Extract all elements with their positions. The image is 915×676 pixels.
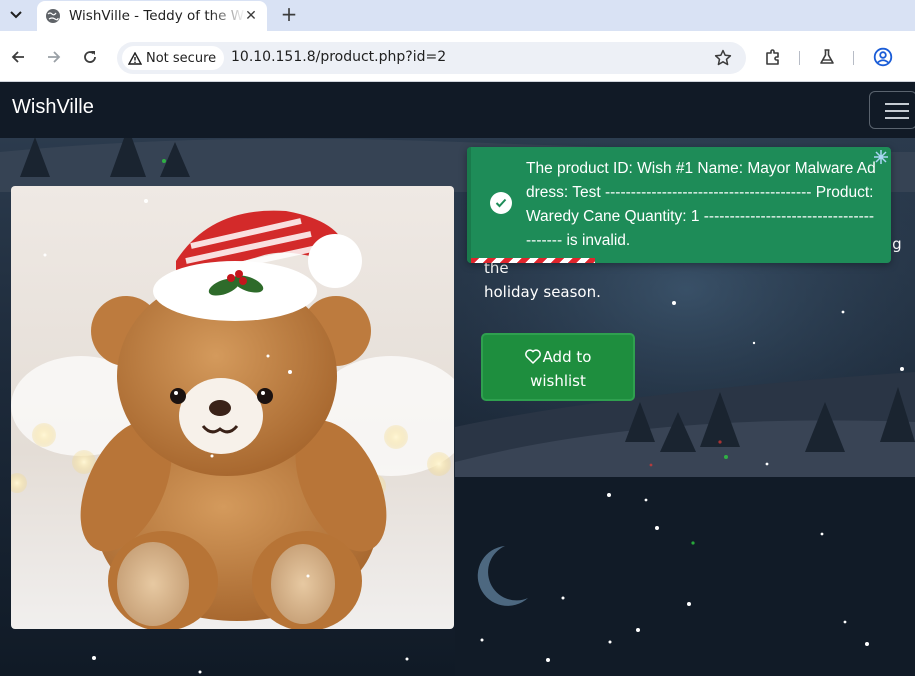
hamburger-line: [885, 117, 909, 119]
arrow-right-icon: [48, 51, 61, 63]
flask-icon: [820, 49, 834, 64]
check-circle-icon: [490, 192, 512, 214]
wishlist-label-line1: Add to: [542, 348, 592, 366]
hamburger-line: [885, 110, 909, 112]
tab-title: WishVille - Teddy of the Week: [69, 8, 245, 24]
account-circle-icon: [873, 47, 893, 67]
browser-tab-strip: WishVille - Teddy of the Week ✕ +: [0, 0, 915, 31]
chevron-down-icon: [10, 11, 22, 19]
security-label: Not secure: [146, 50, 217, 66]
bookmark-star-icon[interactable]: [714, 49, 732, 67]
reload-button[interactable]: [80, 47, 100, 67]
tab-search-button[interactable]: [4, 4, 28, 26]
teddy-bear-image: [11, 186, 454, 629]
new-tab-button[interactable]: +: [278, 4, 300, 26]
toolbar-separator: [853, 51, 854, 65]
extensions-button[interactable]: [763, 47, 783, 67]
browser-tab-active[interactable]: WishVille - Teddy of the Week ✕: [37, 1, 267, 31]
browser-toolbar: Not secure 10.10.151.8/product.php?id=2: [0, 31, 915, 82]
tab-close-icon[interactable]: ✕: [243, 8, 259, 24]
reload-icon: [84, 51, 96, 63]
toast-message: The product ID: Wish #1 Name: Mayor Malw…: [526, 160, 876, 249]
toast-accent-stripe: [467, 147, 471, 263]
snowflake-icon: [874, 150, 888, 164]
toast-progress-bar: [471, 258, 595, 263]
profile-button[interactable]: [873, 47, 893, 67]
url-text[interactable]: 10.10.151.8/product.php?id=2: [231, 49, 446, 65]
warning-triangle-icon: [128, 51, 142, 65]
site-navbar: WishVille: [0, 82, 915, 138]
forward-button[interactable]: [44, 47, 64, 67]
add-to-wishlist-button[interactable]: Add to wishlist: [481, 333, 635, 401]
heart-icon: [524, 349, 541, 364]
page-viewport: WishVille the holiday season. Add to wis…: [0, 82, 915, 676]
wishlist-label-line2: wishlist: [530, 372, 586, 390]
globe-icon: [46, 9, 60, 23]
puzzle-icon: [766, 49, 779, 65]
arrow-left-icon: [11, 51, 24, 63]
hamburger-line: [885, 103, 909, 105]
toolbar-separator: [799, 51, 800, 65]
product-image: [11, 186, 454, 629]
back-button[interactable]: [8, 47, 28, 67]
navbar-toggle-button[interactable]: [869, 91, 915, 129]
security-indicator[interactable]: Not secure: [122, 46, 225, 70]
address-bar[interactable]: Not secure 10.10.151.8/product.php?id=2: [117, 42, 746, 74]
site-brand[interactable]: WishVille: [12, 96, 94, 119]
labs-button[interactable]: [817, 47, 837, 67]
toast-notification[interactable]: The product ID: Wish #1 Name: Mayor Malw…: [467, 147, 891, 263]
